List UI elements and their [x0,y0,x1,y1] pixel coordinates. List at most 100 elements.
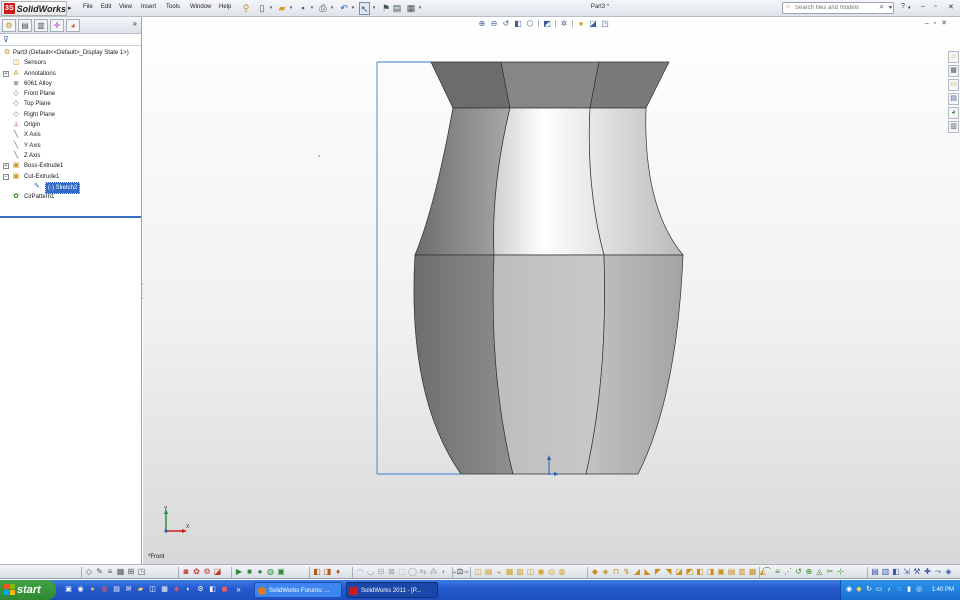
help-dropdown-icon[interactable]: ▾ [908,5,911,11]
options-icon[interactable]: ▦ [405,2,417,15]
tree-item-cirpattern1[interactable]: ✿ CirPattern1 [0,192,141,202]
close-button[interactable]: ✕ [948,3,954,11]
firefox-quicklaunch-icon[interactable]: ● [88,585,97,594]
configuration-manager-tab-icon[interactable]: ▥ [34,19,48,32]
file-properties-icon[interactable]: ▤ [392,2,402,15]
spline-icon[interactable]: ⌒ [762,567,772,577]
panel-expand-icon[interactable]: » [133,19,137,28]
split-line-icon[interactable]: ✂ [825,567,835,577]
routing-icon[interactable]: ⤳ [933,567,943,577]
new-document-icon[interactable]: ▯ [256,2,268,15]
graphics-area[interactable]: ⊕ ⊖ ↺ ◧ ⬡ | ◩ | ✲ | ● ◪ ◳ –▫✕ ⌂ ▦ ▭ ▤ ◕ … [143,17,960,564]
open-dropdown-icon[interactable]: ▾ [288,2,294,15]
logo-expand-icon[interactable]: ▸ [68,4,72,12]
rebuild-icon[interactable]: ⚑ [381,2,391,15]
select-dropdown-icon[interactable]: ▾ [371,2,377,15]
scene-icon[interactable]: ◪ [213,567,223,577]
search-box[interactable]: ☼ ⌕ ▾ [782,2,894,14]
arc-icon[interactable]: ◳ [137,567,147,577]
quicklaunch-more-icon[interactable]: » [234,585,243,594]
draft-icon[interactable]: ⊠ [387,567,397,577]
options-dropdown-icon[interactable]: ▾ [417,2,423,15]
helix-icon[interactable]: ↺ [794,567,804,577]
delete-face-icon[interactable]: ▥ [737,567,747,577]
tree-item-top-plane[interactable]: ◇ Top Plane [0,99,141,109]
browser-quicklaunch-icon[interactable]: ◉ [76,585,85,594]
pdm-icon[interactable]: ◈ [944,567,954,577]
tray-battery-icon[interactable]: ▮ [905,586,913,594]
curve-icon[interactable]: ⋰ [783,567,793,577]
print-dropdown-icon[interactable]: ▾ [329,2,335,15]
property-manager-tab-icon[interactable]: ▤ [18,19,32,32]
menu-edit[interactable]: Edit [101,4,111,10]
menu-view[interactable]: View [119,4,132,10]
sketch-icon[interactable]: ✎ [95,567,105,577]
record-icon[interactable]: ● [255,567,265,577]
fill-icon[interactable]: ▤ [727,567,737,577]
offset-icon[interactable]: ◩ [685,567,695,577]
tree-item-right-plane[interactable]: ◇ Right Plane [0,110,141,120]
mate-icon[interactable]: ▥ [881,567,891,577]
extend-icon[interactable]: ◥ [664,567,674,577]
draft-analysis-icon[interactable]: ▨ [515,567,525,577]
filter-icon[interactable]: ⊽ [3,35,9,44]
tray-sync-icon[interactable]: ↻ [865,586,873,594]
hole-icon[interactable]: ◯ [408,567,418,577]
search-input[interactable] [783,3,869,13]
featuremanager-tab-icon[interactable]: ⚙ [2,19,16,32]
thicken-icon[interactable]: ◧ [695,567,705,577]
vase-model[interactable] [143,17,960,564]
appearance-icon[interactable]: ✿ [192,567,202,577]
app-quicklaunch-icon[interactable]: ✉ [124,585,133,594]
undercut-icon[interactable]: ◫ [526,567,536,577]
select-icon[interactable]: ↖ [359,2,370,15]
sheet-metal-icon[interactable]: ◈ [601,567,611,577]
tree-item-boss-extrude1[interactable]: + ▣ Boss-Extrude1 [0,161,141,171]
tray-shield-icon[interactable]: ◆ [855,586,863,594]
mirror-icon[interactable]: ⇆ [418,567,428,577]
fillet-icon[interactable]: ◠ [355,567,365,577]
restore-button[interactable]: ▫ [934,3,936,10]
menu-file[interactable]: File [83,4,93,10]
tree-item-origin[interactable]: ⊥ Origin [0,120,141,130]
tree-item-annotations[interactable]: + A Annotations [0,69,141,79]
app7-quicklaunch-icon[interactable]: ◼ [220,585,229,594]
play-icon[interactable]: ▶ [234,567,244,577]
pattern-icon[interactable]: ⁂ [429,567,439,577]
weldment-icon[interactable]: ◆ [590,567,600,577]
shell-icon[interactable]: ⬚ [397,567,407,577]
expand-icon[interactable]: + [3,70,9,77]
parting-icon[interactable]: ◉ [536,567,546,577]
equation-icon[interactable]: ≡ [773,567,783,577]
menu-tools[interactable]: Tools [166,4,180,10]
camera-icon[interactable]: ◙ [181,567,191,577]
save-icon[interactable]: ▪ [297,2,309,15]
tray-wifi-icon[interactable]: ◌ [895,586,903,594]
check-icon[interactable]: ◍ [557,567,567,577]
collapse-icon[interactable]: − [3,173,9,180]
menu-insert[interactable]: Insert [141,4,156,10]
stop-icon[interactable]: ■ [245,567,255,577]
app3-quicklaunch-icon[interactable]: ▦ [160,585,169,594]
tree-item-front-plane[interactable]: ◇ Front Plane [0,89,141,99]
tray-app-icon[interactable]: ◎ [915,586,923,594]
boundary-icon[interactable]: ◢ [632,567,642,577]
revolve-icon[interactable]: ◨ [323,567,333,577]
print-icon[interactable]: ⎙ [317,2,329,15]
rectangle-icon[interactable]: ▦ [116,567,126,577]
explorer-quicklaunch-icon[interactable]: ▤ [112,585,121,594]
measure-icon[interactable]: ⚖ [455,567,465,577]
task-solidworks-2011[interactable]: SolidWorks 2011 - [P... [346,582,438,598]
tray-volume-icon[interactable]: ♪ [885,586,893,594]
expand-icon[interactable]: + [3,163,9,170]
reference-icon[interactable]: ⊹ [836,567,846,577]
knit-icon[interactable]: ◪ [674,567,684,577]
curvature-icon[interactable]: ◒ [494,567,504,577]
mass-props-icon[interactable]: ◫ [473,567,483,577]
tree-item-sketch2[interactable]: ✎ (-) Sketch2 [0,181,141,195]
toolbox-icon[interactable]: ⚒ [912,567,922,577]
start-button[interactable]: start [0,580,56,600]
solidworks-quicklaunch-icon[interactable]: ◈ [172,585,181,594]
addins-icon[interactable]: ✚ [923,567,933,577]
tree-filter[interactable]: ⊽ [0,34,141,46]
